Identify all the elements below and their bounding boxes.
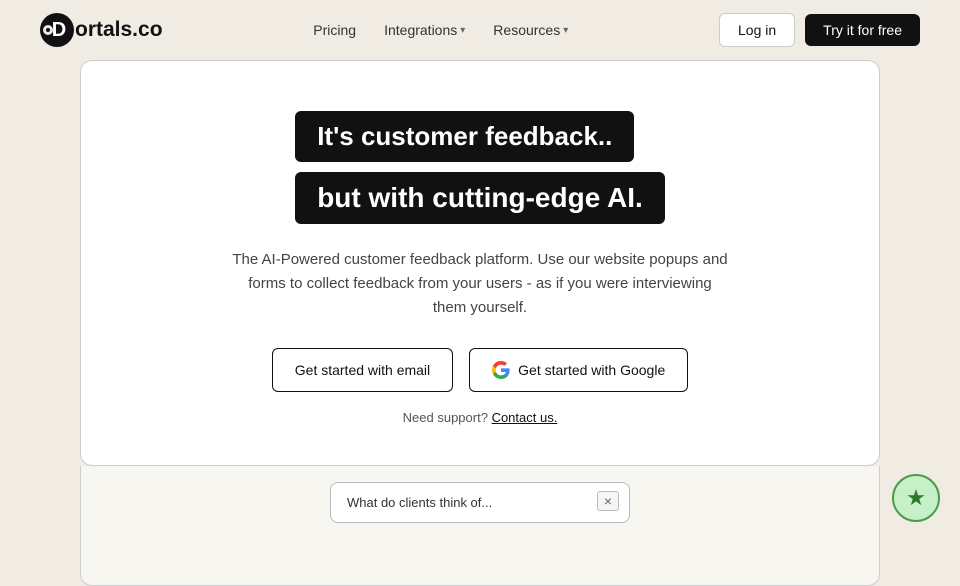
- cta-buttons: Get started with email Get started with …: [272, 348, 688, 392]
- headline-block: It's customer feedback.. but with cuttin…: [295, 111, 665, 224]
- get-started-email-button[interactable]: Get started with email: [272, 348, 453, 392]
- get-started-google-button[interactable]: Get started with Google: [469, 348, 688, 392]
- popup-card: × What do clients think of...: [330, 482, 630, 523]
- nav-actions: Log in Try it for free: [719, 13, 920, 47]
- headline-line1: It's customer feedback..: [295, 111, 634, 162]
- login-button[interactable]: Log in: [719, 13, 795, 47]
- google-icon: [492, 361, 510, 379]
- logo-icon: D: [40, 13, 74, 47]
- hero-card: It's customer feedback.. but with cuttin…: [80, 60, 880, 466]
- popup-close-button[interactable]: ×: [597, 491, 619, 511]
- contact-link[interactable]: Contact us.: [492, 410, 558, 425]
- subtext: The AI-Powered customer feedback platfor…: [230, 248, 730, 320]
- support-text: Need support? Contact us.: [403, 410, 558, 425]
- fab-button[interactable]: ★: [892, 474, 940, 522]
- nav-links: Pricing Integrations ▾ Resources ▾: [301, 16, 580, 44]
- try-button[interactable]: Try it for free: [805, 14, 920, 46]
- logo-letter: D: [52, 19, 66, 42]
- bottom-section: × What do clients think of...: [80, 466, 880, 586]
- resources-chevron-icon: ▾: [563, 25, 568, 36]
- star-icon: ★: [906, 485, 926, 511]
- nav-integrations[interactable]: Integrations ▾: [372, 16, 477, 44]
- integrations-chevron-icon: ▾: [460, 25, 465, 36]
- logo[interactable]: D ortals.co: [40, 13, 163, 47]
- nav-resources[interactable]: Resources ▾: [481, 16, 580, 44]
- headline-line2: but with cutting-edge AI.: [295, 172, 665, 224]
- logo-text: ortals.co: [75, 18, 163, 42]
- navbar: D ortals.co Pricing Integrations ▾ Resou…: [0, 0, 960, 60]
- nav-pricing[interactable]: Pricing: [301, 16, 368, 44]
- popup-text: What do clients think of...: [347, 495, 613, 510]
